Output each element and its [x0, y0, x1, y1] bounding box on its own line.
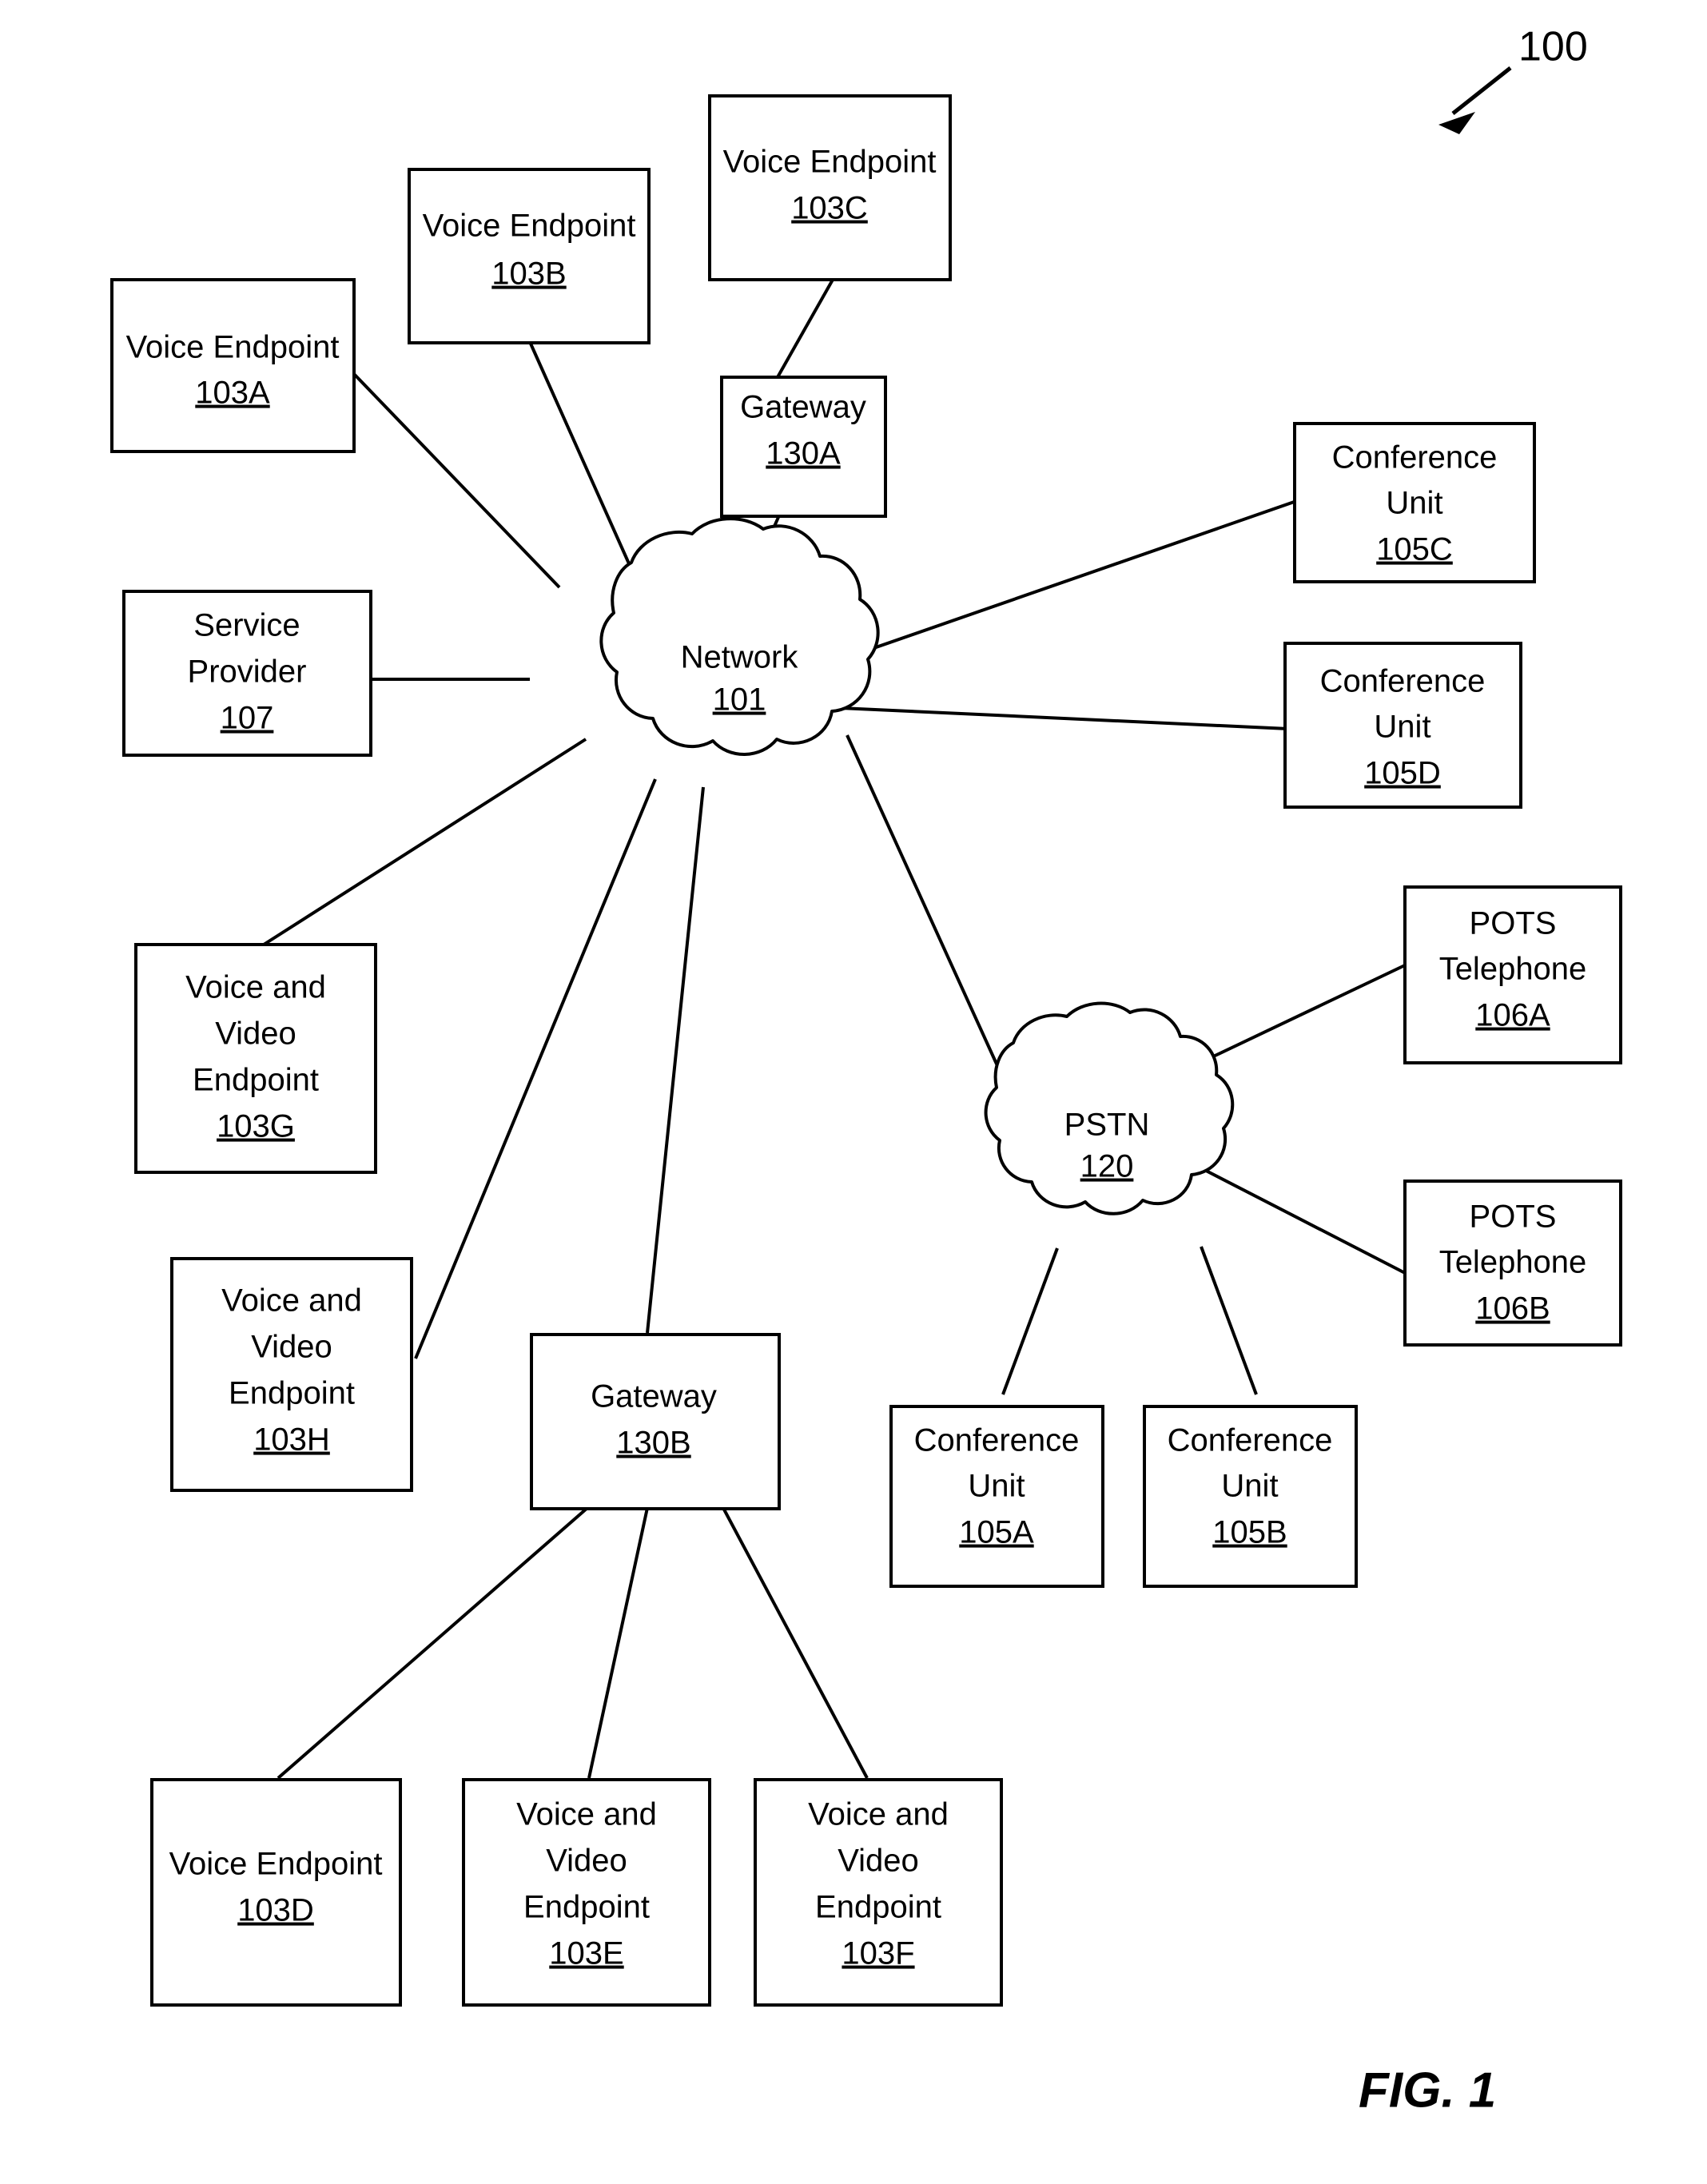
pstn-cloud-ref: 120 — [1080, 1149, 1134, 1184]
node-label-105d-line1: Unit — [1374, 710, 1430, 745]
node-label-107-line1: Provider — [188, 654, 307, 690]
node-gateway-130b[interactable]: Gateway 130B — [530, 1333, 781, 1510]
node-label-103b-line0: Voice Endpoint — [423, 209, 636, 244]
node-ref-103a: 103A — [195, 376, 270, 411]
network-cloud-label: Network — [681, 640, 799, 675]
node-label-103f-line1: Video — [838, 1844, 919, 1879]
node-box-130b[interactable] — [530, 1333, 781, 1510]
node-ref-130a: 130A — [766, 436, 841, 471]
node-ref-105b: 105B — [1212, 1515, 1287, 1550]
node-label-103f-line2: Endpoint — [815, 1890, 941, 1925]
node-ref-103e: 103E — [549, 1936, 623, 1971]
network-architecture-diagram: Network 101 PSTN 120 Voice Endpoint 103A… — [110, 24, 1622, 2118]
link-105d-network — [822, 706, 1289, 730]
node-label-130b-line0: Gateway — [591, 1379, 717, 1414]
cloud-pstn: PSTN 120 — [984, 1001, 1235, 1215]
link-103b-network — [529, 343, 633, 570]
node-label-103e-line2: Endpoint — [523, 1890, 650, 1925]
node-label-105c-line0: Conference — [1332, 440, 1498, 475]
link-network-130b — [646, 786, 705, 1334]
link-105c-network — [806, 498, 1302, 673]
node-conference-unit-105b[interactable]: Conference Unit 105B — [1143, 1405, 1358, 1588]
link-105a-pstn — [1001, 1247, 1059, 1395]
node-ref-105d: 105D — [1364, 756, 1441, 791]
node-ref-103d: 103D — [237, 1893, 314, 1928]
node-voice-video-endpoint-103e[interactable]: Voice and Video Endpoint 103E — [462, 1778, 711, 2007]
node-voice-endpoint-103a[interactable]: Voice Endpoint 103A — [110, 278, 356, 453]
link-105b-pstn — [1200, 1246, 1258, 1395]
node-ref-106b: 106B — [1475, 1291, 1550, 1327]
node-label-103h-line2: Endpoint — [229, 1376, 355, 1411]
network-cloud-ref: 101 — [713, 682, 766, 718]
node-label-103e-line0: Voice and — [516, 1797, 657, 1832]
node-voice-endpoint-103c[interactable]: Voice Endpoint 103C — [708, 94, 952, 281]
figure-caption: FIG. 1 — [1359, 2063, 1496, 2118]
link-103h-network — [414, 778, 657, 1359]
link-103c-130a — [776, 279, 834, 378]
figure-number-callout: 100 — [1438, 24, 1588, 134]
node-voice-endpoint-103d[interactable]: Voice Endpoint 103D — [150, 1778, 402, 2007]
node-label-107-line0: Service — [193, 608, 300, 643]
node-box-103a[interactable] — [110, 278, 356, 453]
node-pots-telephone-106b[interactable]: POTS Telephone 106B — [1403, 1180, 1622, 1347]
network-cloud-outline — [599, 517, 880, 756]
figure-lead-arrowhead — [1438, 112, 1475, 134]
figure-number-label: 100 — [1518, 24, 1588, 70]
node-conference-unit-105c[interactable]: Conference Unit 105C — [1293, 422, 1536, 583]
node-label-106a-line1: Telephone — [1439, 952, 1587, 987]
link-103a-network — [352, 372, 561, 589]
pstn-cloud-label: PSTN — [1064, 1108, 1150, 1143]
link-network-pstn — [846, 734, 1009, 1088]
node-box-103c[interactable] — [708, 94, 952, 281]
node-label-103g-line0: Voice and — [185, 970, 326, 1005]
node-label-106a-line0: POTS — [1470, 906, 1557, 941]
node-ref-130b: 130B — [616, 1426, 690, 1461]
link-130b-103e — [587, 1507, 649, 1779]
node-voice-video-endpoint-103g[interactable]: Voice and Video Endpoint 103G — [134, 943, 377, 1174]
node-label-105d-line0: Conference — [1320, 664, 1486, 699]
node-voice-video-endpoint-103h[interactable]: Voice and Video Endpoint 103H — [170, 1257, 413, 1492]
node-label-103d-line0: Voice Endpoint — [169, 1847, 383, 1882]
node-label-105b-line0: Conference — [1168, 1423, 1333, 1458]
link-130b-103f — [722, 1507, 869, 1779]
node-label-103h-line0: Voice and — [221, 1283, 362, 1319]
node-ref-106a: 106A — [1475, 998, 1550, 1033]
node-voice-endpoint-103b[interactable]: Voice Endpoint 103B — [408, 168, 651, 344]
patent-figure: Network 101 PSTN 120 Voice Endpoint 103A… — [0, 0, 1707, 2184]
node-label-103h-line1: Video — [251, 1330, 332, 1365]
node-ref-107: 107 — [221, 701, 274, 736]
node-ref-103g: 103G — [217, 1109, 295, 1144]
node-ref-105a: 105A — [959, 1515, 1034, 1550]
node-ref-103c: 103C — [791, 191, 868, 226]
node-ref-103f: 103F — [842, 1936, 914, 1971]
link-103g-network — [262, 738, 587, 946]
link-130b-103d — [277, 1506, 589, 1780]
node-service-provider-107[interactable]: Service Provider 107 — [122, 590, 372, 757]
node-label-103c-line0: Voice Endpoint — [723, 145, 937, 180]
node-ref-103b: 103B — [491, 257, 566, 292]
node-conference-unit-105d[interactable]: Conference Unit 105D — [1283, 642, 1522, 809]
node-label-103g-line1: Video — [215, 1016, 296, 1052]
link-106b-pstn — [1182, 1157, 1409, 1276]
figure-lead-line — [1451, 66, 1512, 115]
node-label-105c-line1: Unit — [1386, 486, 1442, 521]
node-label-103e-line1: Video — [546, 1844, 627, 1879]
node-label-105a-line1: Unit — [968, 1469, 1025, 1504]
node-voice-video-endpoint-103f[interactable]: Voice and Video Endpoint 103F — [754, 1778, 1003, 2007]
cloud-network: Network 101 — [599, 517, 880, 756]
node-conference-unit-105a[interactable]: Conference Unit 105A — [889, 1405, 1104, 1588]
node-label-106b-line1: Telephone — [1439, 1245, 1587, 1280]
node-label-105b-line1: Unit — [1221, 1469, 1278, 1504]
node-gateway-130a[interactable]: Gateway 130A — [720, 376, 887, 518]
node-label-130a-line0: Gateway — [740, 390, 866, 425]
node-label-103f-line0: Voice and — [808, 1797, 949, 1832]
node-ref-105c: 105C — [1376, 532, 1453, 567]
node-pots-telephone-106a[interactable]: POTS Telephone 106A — [1403, 885, 1622, 1064]
node-label-103a-line0: Voice Endpoint — [126, 330, 340, 365]
node-label-106b-line0: POTS — [1470, 1199, 1557, 1235]
node-label-103g-line2: Endpoint — [193, 1063, 319, 1098]
node-label-105a-line0: Conference — [914, 1423, 1080, 1458]
node-ref-103h: 103H — [253, 1422, 330, 1458]
